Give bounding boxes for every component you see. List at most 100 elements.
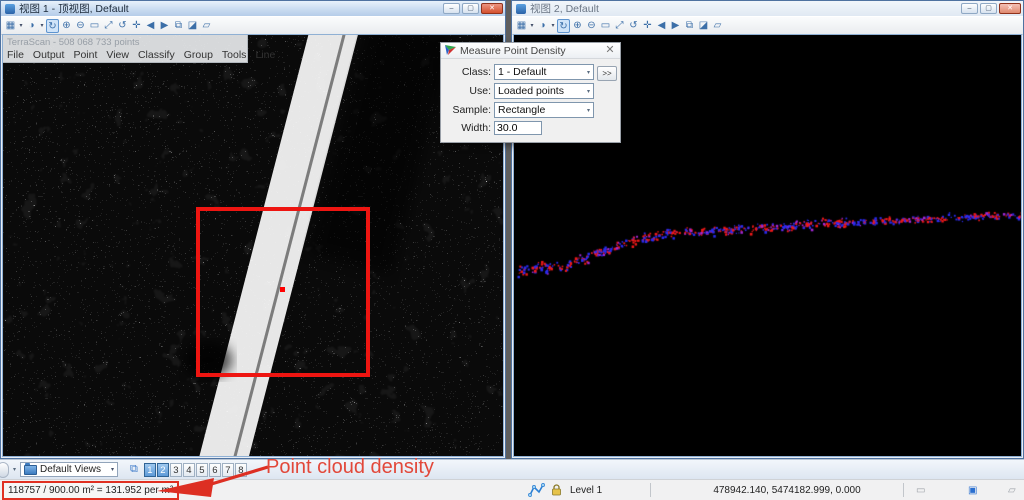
sample-label: Sample: <box>452 104 491 116</box>
terrascan-menu-output[interactable]: Output <box>33 49 65 61</box>
window-area-icon[interactable]: ▭ <box>599 19 612 33</box>
view-toggle-7[interactable]: 7 <box>221 462 234 477</box>
view-toggle-1[interactable]: 1 <box>143 462 156 477</box>
copy-view-icon[interactable]: ⧉ <box>683 19 696 33</box>
view-toggle-6[interactable]: 6 <box>208 462 221 477</box>
minimize-button[interactable]: – <box>443 3 460 14</box>
close-button[interactable]: ✕ <box>481 3 503 14</box>
terrascan-menubar: File Output Point View Classify Group Tools Lin… <box>3 48 275 61</box>
zoom-out-icon[interactable]: ⊖ <box>585 19 598 33</box>
width-label: Width: <box>461 122 491 134</box>
adjust-view-brightness-icon[interactable]: ◑ <box>25 19 38 33</box>
view-next-icon[interactable]: ▶ <box>158 19 171 33</box>
dialog-titlebar[interactable]: Measure Point Density ✕ <box>441 43 620 59</box>
pan-view-icon[interactable]: ✛ <box>641 19 654 33</box>
view1-content-topview[interactable]: TerraScan - 508 068 733 points File Outpu… <box>2 34 504 457</box>
view1-title: 视图 1 - 顶视图, Default <box>19 3 129 15</box>
zoom-in-icon[interactable]: ⊕ <box>60 19 73 33</box>
class-select[interactable]: 1 - Default ▾ <box>494 64 594 80</box>
view-display-mode-icon[interactable]: ▦ <box>4 19 17 33</box>
clip-volume-icon[interactable]: ◪ <box>697 19 710 33</box>
expand-dialog-button[interactable]: >> <box>597 66 617 81</box>
zoom-in-icon[interactable]: ⊕ <box>571 19 584 33</box>
close-icon[interactable]: ✕ <box>604 44 616 57</box>
view-group-label: Default Views <box>40 464 101 475</box>
status-bar: 118757 / 900.00 m² = 131.952 per m² Leve… <box>0 479 1024 500</box>
view-group-dropdown[interactable]: Default Views ▾ <box>20 462 119 477</box>
copy-view-icon[interactable]: ⧉ <box>172 19 185 33</box>
view-toggle-tabs: 12345678 <box>143 462 247 477</box>
smartline-tool-icon <box>528 480 545 500</box>
chevron-down-icon[interactable]: ▾ <box>18 19 24 33</box>
chevron-down-icon[interactable]: ▾ <box>39 19 45 33</box>
terrascan-menu-point[interactable]: Point <box>73 49 97 61</box>
fit-view-icon[interactable]: ⤢ <box>102 19 115 33</box>
chevron-down-icon[interactable]: ▾ <box>13 466 16 473</box>
terrascan-menu-file[interactable]: File <box>7 49 24 61</box>
view-previous-icon[interactable]: ◀ <box>655 19 668 33</box>
toolbar-grip-handle[interactable] <box>0 461 9 478</box>
chevron-down-icon: ▾ <box>586 69 590 76</box>
rotate-view-icon[interactable]: ↺ <box>627 19 640 33</box>
restore-button[interactable]: ▢ <box>980 3 997 14</box>
view-toggle-8[interactable]: 8 <box>234 462 247 477</box>
coordinates-readout: 478942.140, 5474182.999, 0.000 <box>713 484 861 496</box>
terrascan-logo-icon <box>445 45 456 55</box>
fit-view-icon[interactable]: ⤢ <box>613 19 626 33</box>
view-toggle-3[interactable]: 3 <box>169 462 182 477</box>
density-sample-center-marker <box>280 287 285 292</box>
chevron-down-icon: ▾ <box>586 88 590 95</box>
view-display-mode-icon[interactable]: ▦ <box>515 19 528 33</box>
update-view-icon[interactable]: ↻ <box>557 18 570 33</box>
manage-view-groups-icon[interactable]: ⧉ <box>130 463 138 476</box>
terrascan-menu-line[interactable]: Line <box>255 49 275 61</box>
view-window-icon <box>516 3 526 14</box>
density-sample-rectangle <box>196 207 370 377</box>
update-view-icon[interactable]: ↻ <box>46 18 59 33</box>
window-area-icon[interactable]: ▭ <box>88 19 101 33</box>
view1-titlebar[interactable]: 视图 1 - 顶视图, Default – ▢ ✕ <box>1 1 505 16</box>
restore-button[interactable]: ▢ <box>462 3 479 14</box>
density-readout: 118757 / 900.00 m² = 131.952 per m² <box>2 481 180 500</box>
active-level-label[interactable]: Level 1 <box>570 480 602 500</box>
view1-window: 视图 1 - 顶视图, Default – ▢ ✕ ▦ ▾ ◑ ▾ ↻ ⊕ ⊖ ▭ ⤢ ↺ ✛ ◀ ▶ ⧉ ◪ ▱ <box>0 0 506 459</box>
view-toggle-2[interactable]: 2 <box>156 462 169 477</box>
terrascan-panel: TerraScan - 508 068 733 points File Outpu… <box>3 35 275 63</box>
width-input[interactable] <box>494 121 542 135</box>
clip-mask-icon[interactable]: ▱ <box>200 19 213 33</box>
view-previous-icon[interactable]: ◀ <box>144 19 157 33</box>
view-next-icon[interactable]: ▶ <box>669 19 682 33</box>
view-toggle-4[interactable]: 4 <box>182 462 195 477</box>
view1-toolbar: ▦ ▾ ◑ ▾ ↻ ⊕ ⊖ ▭ ⤢ ↺ ✛ ◀ ▶ ⧉ ◪ ▱ <box>1 16 505 35</box>
chevron-down-icon: ▾ <box>586 107 590 114</box>
fence-status-icon[interactable]: ▭ <box>916 480 925 500</box>
chevron-down-icon[interactable]: ▾ <box>529 19 535 33</box>
zoom-out-icon[interactable]: ⊖ <box>74 19 87 33</box>
clip-mask-icon[interactable]: ▱ <box>711 19 724 33</box>
chevron-down-icon[interactable]: ▾ <box>550 19 556 33</box>
view-group-folder-icon <box>24 462 38 475</box>
design-history-icon[interactable]: ▣ <box>968 480 977 500</box>
terrascan-menu-tools[interactable]: Tools <box>222 49 247 61</box>
view-groups-bar: ▾ Default Views ▾ ⧉ 12345678 <box>0 459 1024 479</box>
view-toggle-5[interactable]: 5 <box>195 462 208 477</box>
dgn-work-mode-icon[interactable]: ▱ <box>1008 480 1016 500</box>
terrascan-menu-view[interactable]: View <box>106 49 129 61</box>
use-select[interactable]: Loaded points ▾ <box>494 83 594 99</box>
close-button[interactable]: ✕ <box>999 3 1021 14</box>
clip-volume-icon[interactable]: ◪ <box>186 19 199 33</box>
view-window-icon <box>5 3 15 14</box>
terrascan-status-title: TerraScan - 508 068 733 points <box>7 37 140 48</box>
dialog-title: Measure Point Density <box>460 44 566 57</box>
rotate-view-icon[interactable]: ↺ <box>116 19 129 33</box>
terrascan-menu-group[interactable]: Group <box>184 49 213 61</box>
chevron-down-icon: ▾ <box>111 467 115 473</box>
view2-title: 视图 2, Default <box>530 3 599 15</box>
terrascan-menu-classify[interactable]: Classify <box>138 49 175 61</box>
adjust-view-brightness-icon[interactable]: ◑ <box>536 19 549 33</box>
minimize-button[interactable]: – <box>961 3 978 14</box>
sample-select[interactable]: Rectangle ▾ <box>494 102 594 118</box>
pan-view-icon[interactable]: ✛ <box>130 19 143 33</box>
view2-titlebar[interactable]: 视图 2, Default – ▢ ✕ <box>512 1 1023 16</box>
lock-icon[interactable] <box>551 480 562 500</box>
